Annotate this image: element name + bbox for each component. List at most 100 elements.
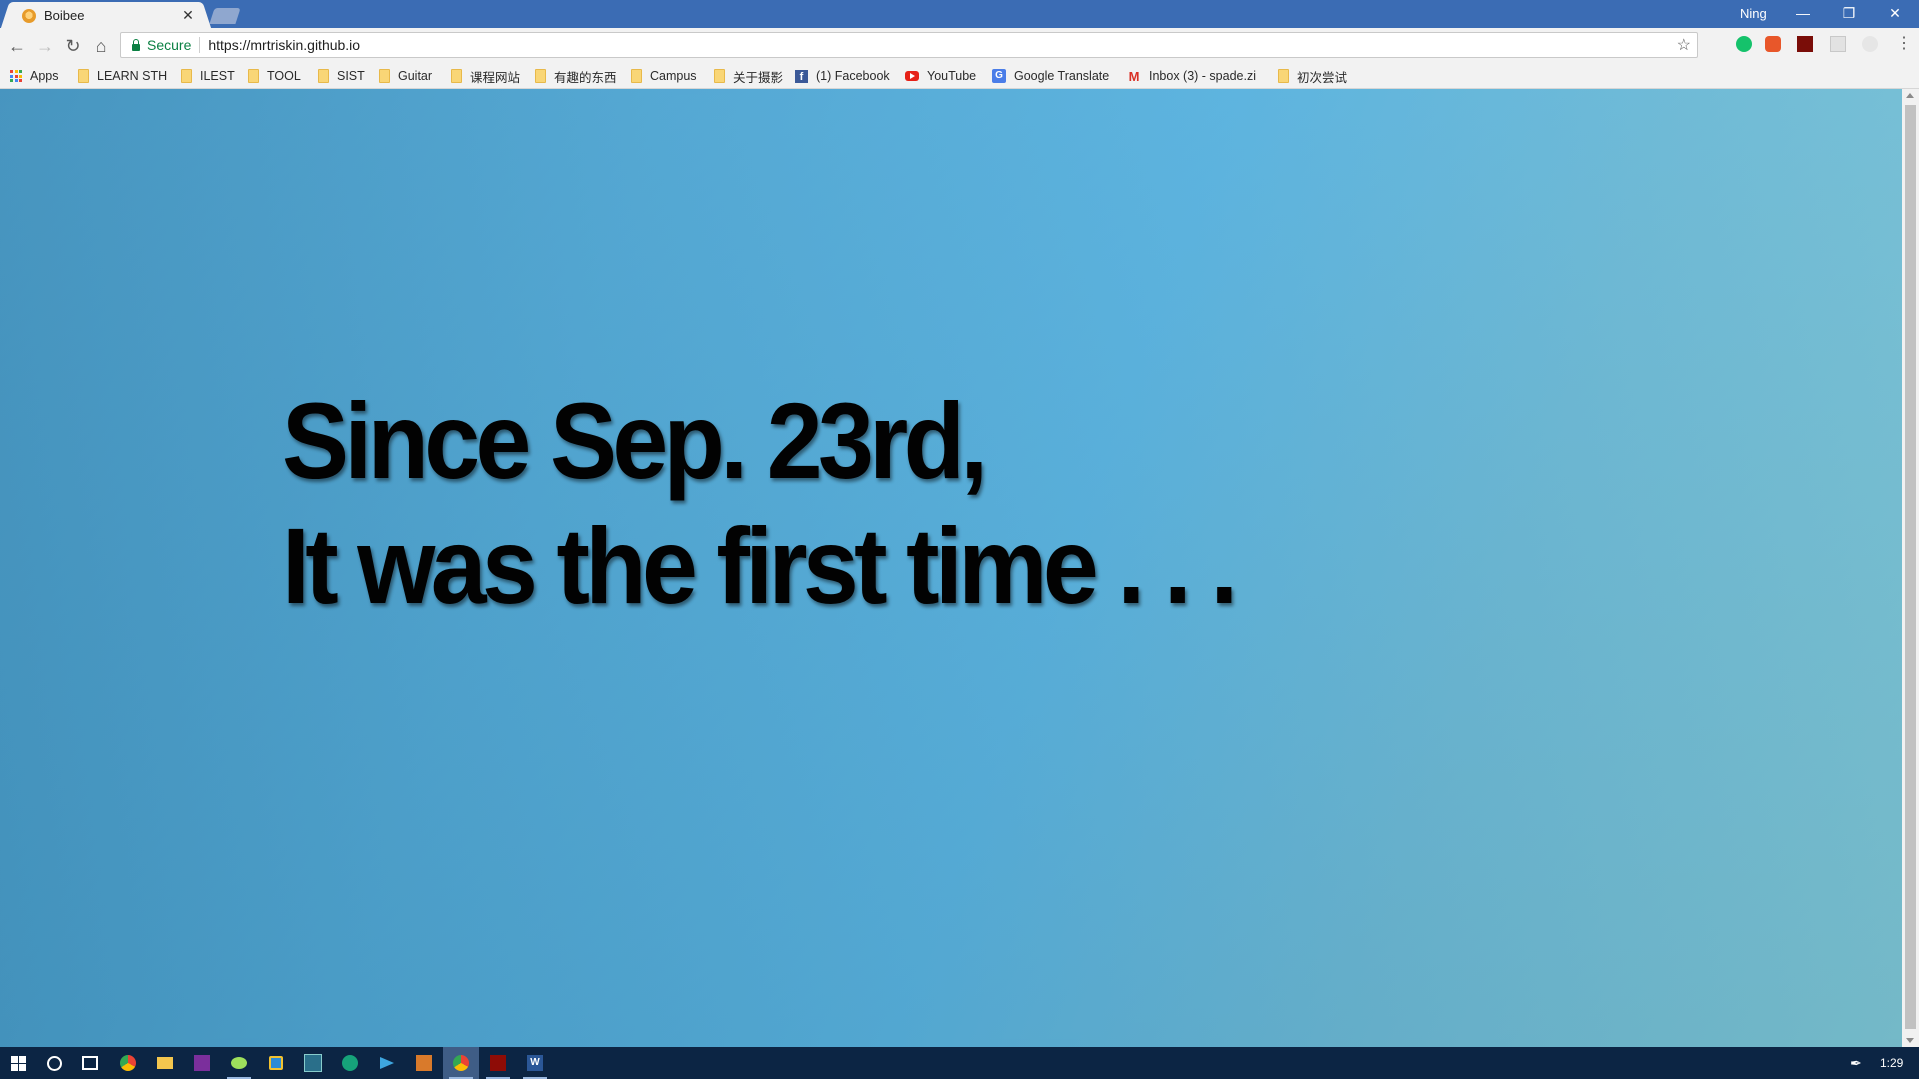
scroll-up-arrow-icon[interactable]	[1906, 93, 1914, 98]
taskbar-onenote[interactable]	[184, 1047, 220, 1079]
bookmark-folder-interesting[interactable]: 有趣的东西	[535, 67, 617, 85]
windows-start-icon	[10, 1055, 26, 1071]
file-explorer-icon	[157, 1057, 173, 1069]
lock-icon	[132, 38, 140, 51]
gmail-icon: M	[1128, 69, 1140, 84]
forward-arrow-icon[interactable]: →	[33, 34, 57, 58]
tab-boibee[interactable]: Boibee ✕	[10, 2, 202, 29]
grammarly-icon[interactable]	[1736, 36, 1752, 52]
folder-icon	[1278, 69, 1289, 83]
bookmark-star-icon[interactable]: ☆	[1677, 35, 1691, 55]
app-screen-icon	[304, 1054, 322, 1072]
folder-icon	[78, 69, 89, 83]
back-arrow-icon[interactable]: ←	[5, 34, 29, 58]
bookmark-label: 关于摄影	[733, 70, 784, 85]
taskbar-app-box[interactable]	[406, 1047, 442, 1079]
bookmark-gmail-inbox[interactable]: M Inbox (3) - spade.zi	[1127, 67, 1265, 85]
bookmark-folder-learn-sth[interactable]: LEARN STH	[78, 67, 167, 85]
bookmark-folder-course-sites[interactable]: 课程网站	[451, 67, 520, 85]
close-window-button[interactable]: ✕	[1872, 0, 1918, 28]
address-bar[interactable]: Secure https://mrtriskin.github.io ☆	[120, 32, 1698, 58]
secure-label[interactable]: Secure	[147, 37, 191, 53]
bee-favicon-icon	[22, 8, 36, 23]
telegram-icon	[380, 1057, 394, 1069]
cortana-button[interactable]	[36, 1047, 72, 1079]
taskbar-word[interactable]: W	[517, 1047, 553, 1079]
search-circle-icon	[46, 1055, 62, 1071]
new-tab-button[interactable]	[209, 8, 241, 24]
circle-icon[interactable]	[1862, 36, 1878, 52]
folder-icon	[379, 69, 390, 83]
bookmark-label: YouTube	[927, 69, 977, 83]
bookmark-folder-sist[interactable]: SIST	[318, 67, 365, 85]
reload-icon[interactable]: ↻	[61, 34, 85, 58]
vertical-scrollbar[interactable]	[1902, 89, 1919, 1047]
taskbar-chrome-active[interactable]	[443, 1047, 479, 1079]
scrollbar-thumb[interactable]	[1905, 105, 1916, 1029]
bookmark-label: 初次尝试	[1297, 70, 1348, 85]
bookmark-facebook[interactable]: f (1) Facebook	[795, 67, 890, 85]
taskbar-chrome[interactable]	[110, 1047, 146, 1079]
bookmark-label: TOOL	[267, 69, 301, 83]
start-button[interactable]	[0, 1047, 36, 1079]
restore-button[interactable]: ❐	[1826, 0, 1872, 28]
taskbar-wechat[interactable]	[221, 1047, 257, 1079]
apps-grid-icon	[10, 70, 22, 82]
bookmark-folder-ilest[interactable]: ILEST	[181, 67, 235, 85]
folder-icon	[714, 69, 725, 83]
bookmark-label: Apps	[30, 69, 59, 83]
taskbar-app-square[interactable]	[258, 1047, 294, 1079]
folder-icon	[451, 69, 462, 83]
google-translate-icon: G	[992, 69, 1006, 83]
title-bar: Boibee ✕ Ning — ❐ ✕	[0, 0, 1919, 29]
profile-name[interactable]: Ning	[1740, 6, 1767, 21]
url-text[interactable]: https://mrtriskin.github.io	[208, 37, 360, 53]
folder-icon	[631, 69, 642, 83]
taskbar-telegram[interactable]	[369, 1047, 405, 1079]
bookmark-label: ILEST	[200, 69, 235, 83]
taskbar-app-screen[interactable]	[295, 1047, 331, 1079]
word-icon: W	[527, 1055, 543, 1071]
bookmark-folder-guitar[interactable]: Guitar	[379, 67, 432, 85]
app-square-icon	[269, 1056, 283, 1070]
bookmark-google-translate[interactable]: G Google Translate	[992, 67, 1109, 85]
bookmark-folder-campus[interactable]: Campus	[631, 67, 697, 85]
task-view-button[interactable]	[72, 1047, 108, 1079]
bookmark-label: Guitar	[398, 69, 433, 83]
bookmarks-bar: Apps LEARN STH ILEST TOOL SIST Guitar 课程…	[0, 64, 1919, 89]
bookmark-label: SIST	[337, 69, 365, 83]
home-icon[interactable]: ⌂	[89, 34, 113, 58]
minimize-button[interactable]: —	[1780, 0, 1826, 28]
headline-line-1: Since Sep. 23rd,	[282, 380, 988, 501]
scroll-down-arrow-icon[interactable]	[1906, 1038, 1914, 1043]
bookmark-folder-first-try[interactable]: 初次尝试	[1278, 67, 1347, 85]
bookmark-label: (1) Facebook	[816, 69, 890, 83]
windows-taskbar: W ✒ 1:29	[0, 1047, 1919, 1079]
headline-line-2: It was the first time . . .	[282, 505, 1238, 626]
acrobat-icon	[490, 1055, 506, 1071]
tab-title: Boibee	[44, 8, 85, 23]
taskbar-app-green[interactable]	[332, 1047, 368, 1079]
facebook-icon: f	[795, 69, 808, 83]
page-icon[interactable]	[1830, 36, 1846, 52]
taskbar-acrobat[interactable]	[480, 1047, 516, 1079]
bookmark-label: Google Translate	[1014, 69, 1110, 83]
bookmark-youtube[interactable]: YouTube	[905, 67, 976, 85]
chrome-active-icon	[453, 1055, 469, 1071]
tab-close-icon[interactable]: ✕	[180, 7, 196, 24]
taskbar-file-explorer[interactable]	[147, 1047, 183, 1079]
taskbar-clock[interactable]: 1:29	[1880, 1047, 1903, 1079]
pdf-icon[interactable]	[1797, 36, 1813, 52]
chrome-icon	[120, 1055, 136, 1071]
bookmark-apps[interactable]: Apps	[10, 67, 59, 85]
bookmark-label: 课程网站	[470, 70, 521, 85]
pen-tray-icon[interactable]: ✒	[1850, 1055, 1862, 1072]
bookmark-folder-photography[interactable]: 关于摄影	[714, 67, 783, 85]
bookmark-folder-tool[interactable]: TOOL	[248, 67, 301, 85]
fire-icon[interactable]	[1765, 36, 1781, 52]
bookmark-label: Campus	[650, 69, 697, 83]
folder-icon	[181, 69, 192, 83]
wechat-icon	[231, 1057, 247, 1069]
chrome-menu-icon[interactable]: ⋮	[1896, 34, 1912, 54]
onenote-icon	[194, 1055, 210, 1071]
